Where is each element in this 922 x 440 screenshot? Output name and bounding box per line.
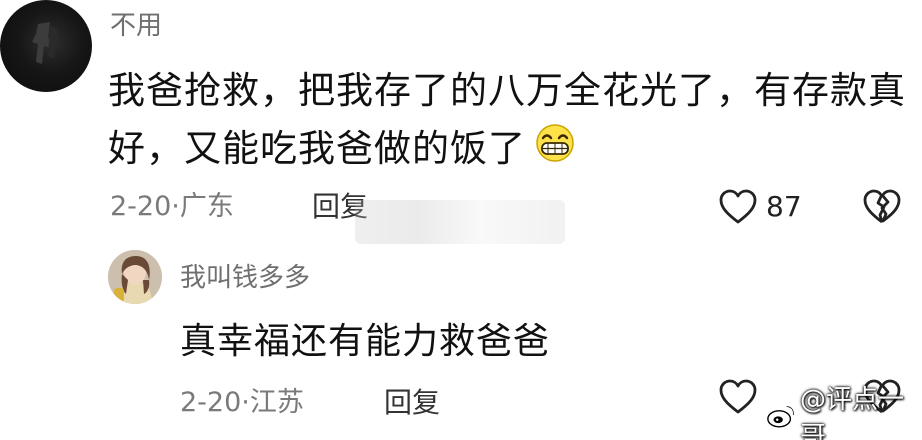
reply-date-location: 2-20·江苏 — [180, 387, 304, 418]
heart-outline-icon[interactable] — [718, 378, 758, 416]
reply-reply-button[interactable]: 回复 — [384, 382, 440, 424]
avatar[interactable] — [0, 0, 92, 92]
blurred-overlay — [355, 200, 565, 244]
reply-avatar[interactable] — [108, 250, 162, 304]
username[interactable]: 不用 — [110, 6, 162, 46]
weibo-logo-icon — [767, 405, 795, 428]
watermark-text: @评点一哥 — [800, 385, 905, 440]
broken-heart-outline-icon[interactable] — [862, 188, 902, 226]
watermark: @评点一哥 — [766, 385, 922, 440]
comment-date-location: 2-20·广东 — [110, 191, 234, 222]
grinning-face-emoji — [532, 122, 578, 180]
comment-text: 我爸抢救，把我存了的八万全花光了，有存款真好，又能吃我爸做的饭了 — [108, 62, 908, 180]
reply-username[interactable]: 我叫钱多多 — [180, 258, 310, 298]
heart-outline-icon[interactable] — [718, 188, 758, 226]
comment-body: 我爸抢救，把我存了的八万全花光了，有存款真好，又能吃我爸做的饭了 — [108, 69, 906, 170]
avatar-figure-icon — [32, 22, 58, 64]
comment-thread: 不用 我爸抢救，把我存了的八万全花光了，有存款真好，又能吃我爸做的饭了 2-20… — [0, 0, 922, 440]
reply-avatar-portrait-icon — [108, 250, 162, 304]
like-count: 87 — [766, 190, 802, 223]
reply-text: 真幸福还有能力救爸爸 — [180, 321, 551, 362]
